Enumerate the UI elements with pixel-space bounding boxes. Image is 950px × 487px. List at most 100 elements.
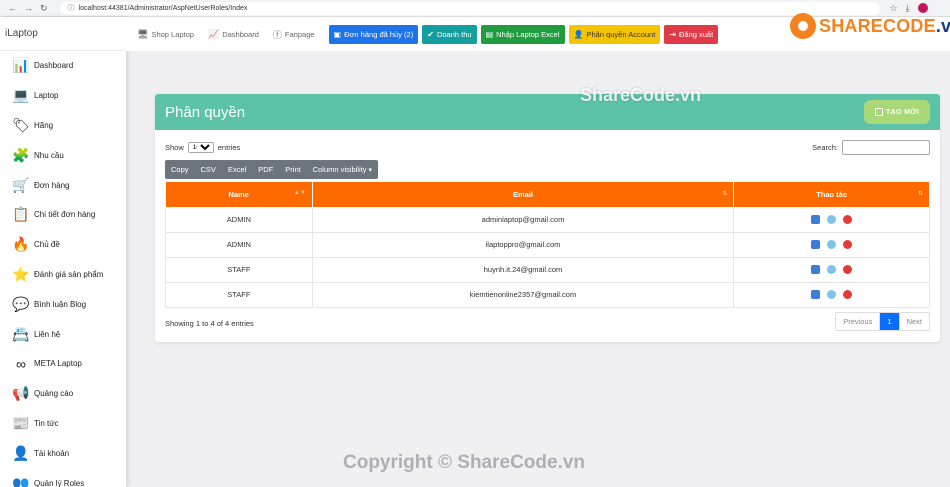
pagination-page-1[interactable]: 1 (880, 313, 900, 330)
sidebar-item-10[interactable]: ∞ META Laptop (0, 349, 126, 379)
sidebar-item-1[interactable]: 💻 Laptop (0, 81, 126, 111)
cell-name: ADMIN (165, 232, 313, 257)
address-bar[interactable]: ⓘ localhost:44381/Administrator/AspNetUs… (59, 1, 880, 15)
sidebar-item-label: Chủ đề (34, 240, 60, 250)
roles-icon: 👥 (12, 474, 30, 487)
search-input[interactable] (842, 140, 930, 155)
edit-icon[interactable] (811, 290, 821, 299)
cell-name: STAFF (165, 257, 313, 282)
delete-icon[interactable] (843, 214, 853, 224)
topnav-link-0[interactable]: 🖥 Shop Laptop (137, 28, 194, 41)
cell-email: kiemtienonline2357@gmail.com (312, 282, 735, 307)
entries-select[interactable]: 10 (187, 142, 214, 153)
table-body: ADMIN adminlaptop@gmail.com ADMIN ilaptoppr… (165, 207, 930, 307)
entries-control: Show 10 entries (165, 142, 240, 153)
export-button-5[interactable]: Column visibility (307, 160, 378, 179)
browser-nav: ← → ↻ (0, 3, 48, 14)
sidebar-item-6[interactable]: 🔥 Chủ đề (0, 230, 126, 260)
sidebar-item-label: Tin tức (34, 418, 59, 428)
sidebar-item-12[interactable]: 📰 Tin tức (0, 409, 126, 439)
bookmark-icon[interactable]: ☆ (890, 3, 898, 14)
topnav-link-2[interactable]: ⓕ Fanpage (273, 28, 315, 41)
news-icon: 📰 (12, 414, 30, 431)
topnav-link-label: Dashboard (222, 29, 259, 39)
sidebar-item-13[interactable]: 👤 Tài khoản (0, 438, 126, 468)
dashboard-icon: 📈 (207, 28, 220, 39)
shop-icon: 🖥 (137, 28, 149, 39)
sidebar-item-9[interactable]: 📇 Liên hệ (0, 319, 126, 349)
edit-icon[interactable] (811, 240, 821, 249)
profile-avatar[interactable] (917, 3, 928, 13)
sidebar-item-label: Liên hệ (34, 329, 61, 339)
export-button-3[interactable]: PDF (252, 160, 279, 179)
delete-icon[interactable] (843, 240, 853, 249)
forward-icon[interactable]: → (24, 3, 33, 14)
delete-icon[interactable] (843, 265, 853, 274)
cell-name: ADMIN (165, 207, 313, 232)
topnav-button-label: Đăng xuất (679, 29, 714, 39)
sidebar-item-5[interactable]: 📋 Chi tiết đơn hàng (0, 200, 126, 230)
sidebar-item-3[interactable]: 🧩 Nhu cầu (0, 140, 126, 170)
create-new-button[interactable]: TẠO MỚI (864, 100, 930, 124)
table-header-row: Name ▲▼ Email ⇅ Thao tác ⇅ (165, 182, 930, 207)
sidebar-item-4[interactable]: 🛒 Đơn hàng (0, 170, 126, 200)
column-header-name[interactable]: Name ▲▼ (165, 182, 313, 207)
url-text: localhost:44381/Administrator/AspNetUser… (78, 4, 248, 12)
sidebar-item-label: Quảng cáo (34, 389, 74, 399)
pagination-next[interactable]: Next (900, 313, 929, 330)
edit-icon[interactable] (811, 214, 821, 224)
view-icon[interactable] (827, 214, 837, 224)
sidebar-item-7[interactable]: ⭐ Đánh giá sản phẩm (0, 260, 126, 290)
view-icon[interactable] (827, 265, 837, 274)
back-icon[interactable]: ← (8, 3, 17, 14)
sidebar-item-2[interactable]: 🏷 Hãng (0, 111, 126, 141)
sidebar: iLaptop 📊 Dashboard 💻 Laptop 🏷 Hãng 🧩 Nhu cầu 🛒 Đ… (0, 17, 126, 487)
add-icon (874, 108, 883, 116)
reload-icon[interactable]: ↻ (40, 3, 48, 14)
topnav-button-3[interactable]: 👤 Phân quyền Account (568, 24, 661, 44)
topnav-button-0[interactable]: ▣ Đơn hàng đã hủy (2) (328, 24, 419, 44)
top-buttons: ▣ Đơn hàng đã hủy (2) ✔ Doanh thu ▤ Nhập Lapt… (328, 24, 723, 44)
sort-asc-icon: ▲▼ (293, 190, 306, 196)
download-icon[interactable]: ⤓ (906, 3, 910, 14)
sidebar-item-label: Tài khoản (34, 448, 70, 458)
pagination-previous[interactable]: Previous (836, 313, 881, 330)
page-title: Phân quyền (165, 103, 246, 121)
export-button-4[interactable]: Print (279, 160, 306, 179)
view-icon[interactable] (827, 240, 837, 249)
logo-mark-icon (790, 13, 816, 39)
site-info-icon[interactable]: ⓘ (68, 3, 75, 13)
search-label: Search: (812, 143, 838, 152)
column-header-email[interactable]: Email ⇅ (312, 182, 735, 207)
excel-icon: ▤ (485, 29, 494, 39)
view-icon[interactable] (827, 290, 837, 299)
entries-label: entries (217, 143, 241, 152)
sidebar-item-label: Bình luận Blog (34, 299, 87, 309)
topnav-button-label: Nhập Laptop Excel (496, 29, 560, 39)
sidebar-item-label: Hãng (34, 120, 54, 130)
sidebar-item-label: Đơn hàng (34, 180, 70, 190)
edit-icon[interactable] (811, 265, 821, 274)
cell-actions (733, 207, 930, 232)
topnav-button-1[interactable]: ✔ Doanh thu (422, 24, 477, 44)
top-links: 🖥 Shop Laptop 📈 Dashboard ⓕ Fanpage (137, 28, 329, 41)
topnav-button-2[interactable]: ▤ Nhập Laptop Excel (480, 24, 565, 44)
sidebar-item-0[interactable]: 📊 Dashboard (0, 51, 126, 81)
export-button-2[interactable]: Excel (222, 160, 252, 179)
sidebar-item-label: Nhu cầu (34, 150, 64, 160)
delete-icon[interactable] (843, 290, 853, 299)
sidebar-item-14[interactable]: 👥 Quản lý Roles (0, 468, 126, 487)
topnav-button-label: Đơn hàng đã hủy (2) (344, 29, 414, 39)
sidebar-item-11[interactable]: 📢 Quảng cáo (0, 379, 126, 409)
laptop-icon: 💻 (12, 87, 30, 104)
export-button-1[interactable]: CSV (195, 160, 222, 179)
sidebar-item-8[interactable]: 💬 Bình luận Blog (0, 289, 126, 319)
topnav-link-1[interactable]: 📈 Dashboard (208, 28, 259, 41)
topnav-button-label: Doanh thu (436, 29, 472, 39)
topnav-button-4[interactable]: ⇥ Đăng xuất (664, 24, 719, 44)
sidebar-brand[interactable]: iLaptop (0, 17, 126, 51)
export-button-0[interactable]: Copy (165, 160, 195, 179)
logo-domain: .vn (935, 15, 950, 36)
sharecode-logo: SHARECODE.vn (790, 13, 950, 39)
column-header-actions[interactable]: Thao tác ⇅ (733, 182, 930, 207)
